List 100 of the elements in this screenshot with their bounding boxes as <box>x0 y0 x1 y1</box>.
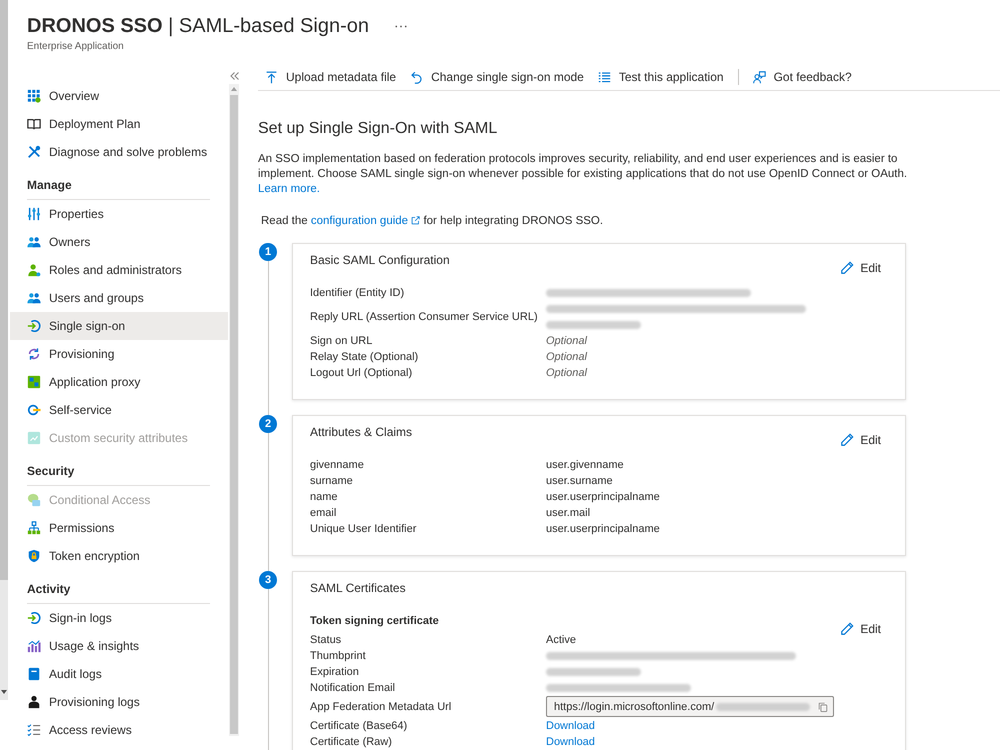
tools-icon <box>27 145 41 159</box>
edit-button[interactable]: Edit <box>840 432 881 448</box>
shapes-icon <box>27 493 41 507</box>
card-title: Basic SAML Configuration <box>310 252 450 268</box>
field-label: Notification Email <box>310 681 395 696</box>
shield-lock-icon <box>27 549 41 563</box>
checklist-icon <box>27 723 41 737</box>
section-heading: Manage <box>27 178 72 192</box>
key-icon <box>27 403 41 417</box>
notebook-icon <box>27 667 41 681</box>
scrollbar-thumb[interactable] <box>0 0 8 580</box>
guide-text: Read the configuration guide for help integrating DRONOS SSO. <box>261 214 604 229</box>
pencil-icon <box>840 622 854 636</box>
field-value: Active <box>546 633 576 648</box>
grid-icon <box>27 89 41 103</box>
field-value: Optional <box>546 366 587 381</box>
sidebar-item[interactable]: Self-service <box>10 396 228 424</box>
double-chevron-left-icon <box>230 72 238 80</box>
sidebar-item[interactable]: Access reviews <box>10 716 228 744</box>
field-label: Logout Url (Optional) <box>310 366 412 381</box>
field-label: email <box>310 506 336 521</box>
field-value: user.userprincipalname <box>546 522 660 537</box>
sliders-icon <box>27 207 41 221</box>
edit-button[interactable]: Edit <box>840 260 881 276</box>
field-label: App Federation Metadata Url <box>310 700 452 715</box>
sidebar-item[interactable]: Diagnose and solve problems <box>10 138 228 166</box>
pencil-icon <box>840 261 854 275</box>
field-value: Optional <box>546 334 587 349</box>
pencil-icon <box>840 433 854 447</box>
field-value: Optional <box>546 350 587 365</box>
step-number: 1 <box>259 243 277 261</box>
sync-icon <box>27 347 41 361</box>
hierarchy-icon <box>27 521 41 535</box>
edit-button[interactable]: Edit <box>840 621 881 637</box>
download-link[interactable]: Download <box>546 734 595 750</box>
sidebar-item[interactable]: Application proxy <box>10 368 228 396</box>
card-title: Attributes & Claims <box>310 424 412 440</box>
section-heading: Activity <box>27 582 70 596</box>
scrollbar-thumb[interactable] <box>230 95 238 734</box>
field-value: user.surname <box>546 474 613 489</box>
sidebar-item[interactable]: Single sign-on <box>10 312 228 340</box>
sidebar-item[interactable]: Owners <box>10 228 228 256</box>
book-icon <box>27 117 41 131</box>
tiles-icon <box>27 375 41 389</box>
sign-in-icon <box>27 611 41 625</box>
sidebar-item[interactable]: Users and groups <box>10 284 228 312</box>
metadata-url-field[interactable]: https://login.microsoftonline.com/ <box>546 696 834 717</box>
upload-icon <box>265 70 278 84</box>
more-icon[interactable] <box>395 24 407 28</box>
person-icon <box>27 263 41 277</box>
sidebar-item[interactable]: Roles and administrators <box>10 256 228 284</box>
section-title: Set up Single Sign-On with SAML <box>258 119 498 139</box>
sidebar-item[interactable]: Provisioning logs <box>10 688 228 716</box>
configuration-guide-link[interactable]: configuration guide <box>310 215 420 227</box>
list-icon <box>598 70 611 84</box>
field-value: user.mail <box>546 506 590 521</box>
field-label: Sign on URL <box>310 334 372 349</box>
sidebar-item[interactable]: Sign-in logs <box>10 604 228 632</box>
learn-more-link[interactable]: Learn more. <box>258 183 320 195</box>
sign-in-icon <box>27 319 41 333</box>
person-icon <box>27 695 41 709</box>
field-label: Thumbprint <box>310 649 366 664</box>
sidebar-item[interactable]: Token encryption <box>10 542 228 570</box>
card-subheading: Token signing certificate <box>310 614 439 629</box>
page-subtitle: Enterprise Application <box>27 41 125 53</box>
field-label: Unique User Identifier <box>310 522 416 537</box>
sidebar-item[interactable]: Properties <box>10 200 228 228</box>
field-label: Identifier (Entity ID) <box>310 286 404 301</box>
toolbar-button[interactable]: Test this application <box>598 70 724 84</box>
toolbar-button[interactable]: Got feedback? <box>752 70 852 84</box>
field-label: Expiration <box>310 665 359 680</box>
card-title: SAML Certificates <box>310 580 406 596</box>
field-label: Certificate (Raw) <box>310 735 392 750</box>
toolbar-button[interactable]: Change single sign-on mode <box>410 70 584 84</box>
sidebar-item[interactable]: Overview <box>10 82 228 110</box>
sidebar-item[interactable]: Deployment Plan <box>10 110 228 138</box>
feedback-icon <box>752 70 766 84</box>
sidebar-item[interactable]: Audit logs <box>10 660 228 688</box>
description-text: An SSO implementation based on federation protocols improves security, reliability, and end user experiences and is easier to implement. Choose SAML single sign-on whenever possible for existing applications that do not use OpenID Connect or OAuth. Learn more. <box>258 152 908 197</box>
toolbar-button[interactable]: Upload metadata file <box>265 70 396 84</box>
collapse-button[interactable] <box>230 72 238 80</box>
scroll-up-icon[interactable] <box>231 87 237 91</box>
sidebar-item[interactable]: Permissions <box>10 514 228 542</box>
chart-tile-icon <box>27 431 41 445</box>
field-label: surname <box>310 474 353 489</box>
page-title: DRONOS SSO | SAML-based Sign-on <box>27 14 369 39</box>
sidebar-item[interactable]: Provisioning <box>10 340 228 368</box>
field-label: Reply URL (Assertion Consumer Service URL) <box>310 310 538 325</box>
sidebar-item[interactable]: Usage & insights <box>10 632 228 660</box>
bar-chart-icon <box>27 639 41 653</box>
copy-icon[interactable] <box>818 702 828 712</box>
field-label: Relay State (Optional) <box>310 350 418 365</box>
scroll-down-icon[interactable] <box>1 690 7 694</box>
download-link[interactable]: Download <box>546 718 595 734</box>
field-label: Status <box>310 633 342 648</box>
field-label: name <box>310 490 338 505</box>
people-icon <box>27 291 41 305</box>
undo-icon <box>410 70 424 84</box>
section-heading: Security <box>27 464 74 478</box>
field-value: user.userprincipalname <box>546 490 660 505</box>
